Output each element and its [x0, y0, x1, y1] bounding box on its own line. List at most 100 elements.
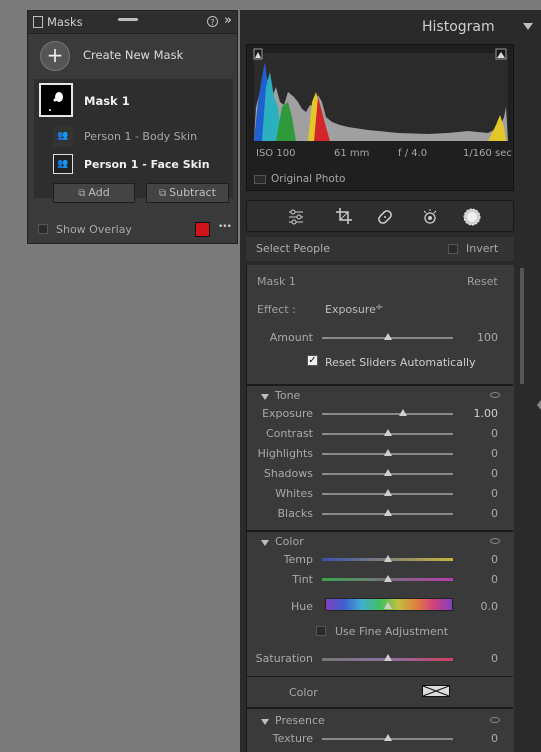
invert-checkbox[interactable] — [448, 244, 458, 254]
presence-title[interactable]: Presence — [275, 714, 325, 727]
component-face-skin[interactable]: Person 1 - Face Skin — [84, 158, 210, 171]
histogram-box: ISO 100 61 mm f / 4.0 1/160 sec Original… — [246, 44, 514, 191]
select-people-row: Select People Invert — [246, 237, 514, 261]
mask-settings-name: Mask 1 — [257, 275, 296, 288]
amount-label: Amount — [269, 331, 313, 344]
amount-slider-thumb[interactable] — [384, 333, 392, 340]
fine-adjustment-label[interactable]: Use Fine Adjustment — [335, 625, 448, 638]
saturation-label: Saturation — [255, 652, 313, 665]
color-collapse-icon[interactable] — [261, 540, 269, 546]
original-photo-checkbox[interactable] — [254, 175, 266, 184]
hue-value[interactable]: 0.0 — [458, 600, 499, 613]
eye-icon[interactable] — [490, 538, 500, 544]
show-overlay-checkbox[interactable] — [38, 224, 48, 234]
whites-value[interactable]: 0 — [458, 487, 498, 500]
histogram-title[interactable]: Histogram — [422, 19, 495, 35]
histogram-aperture: f / 4.0 — [398, 148, 428, 159]
tone-collapse-icon[interactable] — [261, 394, 269, 400]
scrollbar-thumb[interactable] — [520, 268, 524, 384]
settings-panel: Mask 1 Reset Effect : Exposure ÷ Amount … — [246, 265, 514, 752]
create-new-mask-button[interactable]: + — [40, 41, 70, 71]
saturation-value[interactable]: 0 — [458, 652, 498, 665]
divider — [247, 530, 513, 532]
exposure-label: Exposure — [262, 407, 313, 420]
subtract-button[interactable]: ⧉ Subtract — [146, 183, 229, 203]
right-panel: Histogram ISO 100 61 mm f / 4.0 1/160 se… — [240, 10, 541, 752]
texture-slider-thumb[interactable] — [384, 734, 392, 741]
reset-sliders-label[interactable]: Reset Sliders Automatically — [325, 356, 476, 369]
masks-panel-header[interactable]: Masks ? » — [28, 11, 237, 34]
original-photo-label[interactable]: Original Photo — [271, 173, 345, 185]
saturation-slider-thumb[interactable] — [384, 654, 392, 661]
panel-edge-arrow-icon[interactable] — [537, 400, 541, 410]
blacks-value[interactable]: 0 — [458, 507, 498, 520]
blacks-slider-thumb[interactable] — [384, 509, 392, 516]
subtract-label: Subtract — [169, 186, 216, 199]
effect-dropdown-arrows-icon[interactable]: ÷ — [375, 302, 383, 313]
exposure-slider-thumb[interactable] — [399, 409, 407, 416]
tool-strip — [246, 200, 514, 232]
tint-slider-thumb[interactable] — [384, 575, 392, 582]
edit-sliders-icon[interactable] — [287, 208, 305, 226]
redeye-icon[interactable] — [420, 207, 440, 227]
masking-icon[interactable] — [461, 206, 483, 228]
help-icon[interactable]: ? — [207, 16, 218, 27]
highlights-value[interactable]: 0 — [458, 447, 498, 460]
temp-value[interactable]: 0 — [458, 553, 498, 566]
shadows-slider-thumb[interactable] — [384, 469, 392, 476]
hue-slider-thumb[interactable] — [384, 602, 392, 609]
histogram-shutter: 1/160 sec — [463, 148, 512, 159]
collapse-panel-icon[interactable]: » — [224, 13, 232, 28]
color-title[interactable]: Color — [275, 535, 304, 548]
reset-sliders-checkbox[interactable]: ✓ — [307, 355, 318, 366]
divider — [247, 676, 513, 677]
histogram-focal-length: 61 mm — [334, 148, 370, 159]
select-people-label[interactable]: Select People — [256, 242, 330, 255]
divider — [247, 707, 513, 709]
tint-value[interactable]: 0 — [458, 573, 498, 586]
contrast-slider-thumb[interactable] — [384, 429, 392, 436]
color-swatch-empty-icon[interactable] — [422, 685, 450, 697]
component-body-skin[interactable]: Person 1 - Body Skin — [84, 130, 197, 143]
fine-adjustment-checkbox[interactable] — [316, 626, 326, 636]
create-new-mask-label[interactable]: Create New Mask — [83, 48, 183, 62]
masks-panel: Masks ? » + Create New Mask Mask 1 👥 Per… — [27, 10, 238, 244]
color-swatch-label: Color — [289, 686, 318, 699]
eye-icon[interactable] — [490, 717, 500, 723]
histogram-collapse-icon[interactable] — [523, 23, 533, 30]
contrast-value[interactable]: 0 — [458, 427, 498, 440]
drag-handle-icon[interactable] — [118, 18, 138, 21]
whites-slider-thumb[interactable] — [384, 489, 392, 496]
healing-icon[interactable] — [375, 207, 395, 227]
show-overlay-label[interactable]: Show Overlay — [56, 223, 132, 236]
exposure-slider[interactable] — [322, 413, 453, 415]
reset-button[interactable]: Reset — [467, 275, 498, 288]
texture-value[interactable]: 0 — [458, 732, 498, 745]
tone-title[interactable]: Tone — [275, 389, 300, 402]
eye-icon[interactable] — [490, 392, 500, 398]
mask-name[interactable]: Mask 1 — [84, 94, 130, 108]
exposure-value[interactable]: 1.00 — [458, 407, 499, 420]
texture-label: Texture — [272, 732, 313, 745]
person-icon: 👥 — [53, 154, 73, 174]
contrast-label: Contrast — [265, 427, 313, 440]
histogram-iso: ISO 100 — [256, 148, 296, 159]
amount-value[interactable]: 100 — [458, 331, 498, 344]
mask-thumbnail[interactable] — [39, 83, 73, 117]
person-icon: 👥 — [53, 127, 73, 147]
add-button[interactable]: ⧉ Add — [53, 183, 135, 203]
crop-icon[interactable] — [335, 207, 353, 225]
shadows-value[interactable]: 0 — [458, 467, 498, 480]
invert-label[interactable]: Invert — [466, 242, 498, 255]
panel-dock-icon[interactable] — [33, 16, 43, 28]
temp-slider-thumb[interactable] — [384, 555, 392, 562]
hue-label: Hue — [290, 600, 313, 613]
highlights-slider-thumb[interactable] — [384, 449, 392, 456]
overlay-color-swatch[interactable] — [195, 222, 210, 237]
tint-label: Tint — [292, 573, 313, 586]
presence-collapse-icon[interactable] — [261, 719, 269, 725]
more-options-icon[interactable]: ••• — [218, 222, 232, 232]
divider — [247, 384, 513, 386]
whites-label: Whites — [275, 487, 313, 500]
effect-dropdown[interactable]: Exposure — [325, 303, 376, 316]
